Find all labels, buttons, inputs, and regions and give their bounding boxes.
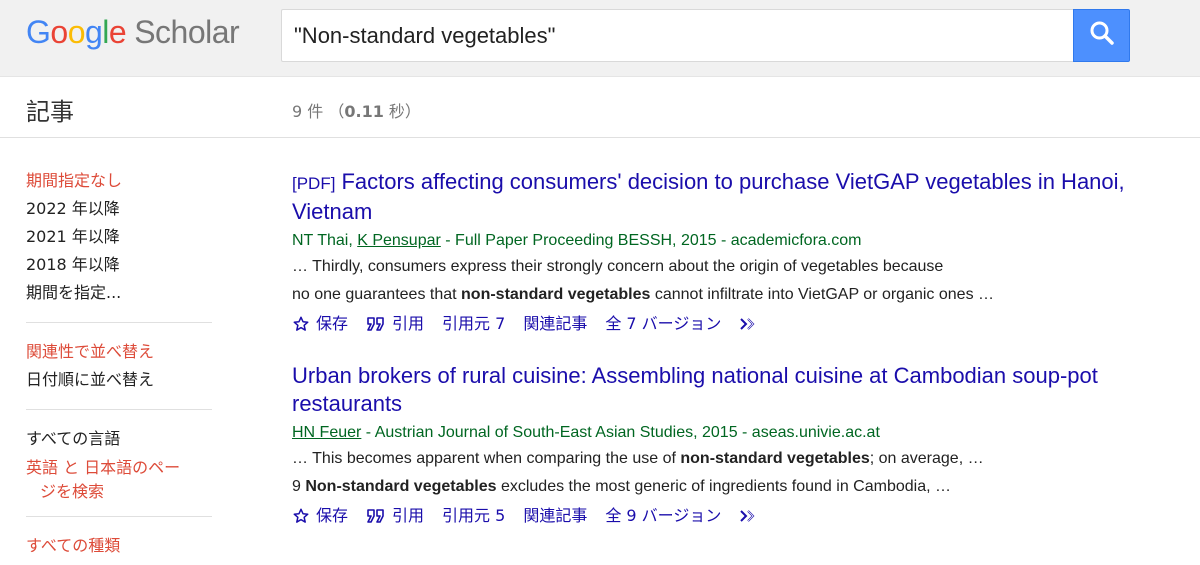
sidebar-item-any-type[interactable]: すべての種類 bbox=[26, 535, 212, 563]
sidebar-item-since-2018[interactable]: 2018 年以降 bbox=[26, 254, 212, 282]
result-count: 9 件 （0.11 秒） bbox=[292, 102, 421, 121]
top-bar: Google Scholar bbox=[0, 0, 1200, 77]
section-title: 記事 bbox=[26, 98, 74, 126]
star-icon bbox=[292, 507, 310, 525]
search-box[interactable] bbox=[281, 9, 1073, 62]
save-button[interactable]: 保存 bbox=[292, 312, 348, 336]
result-actions: 保存 引用 引用元 5 関連記事 全 9 バージョン bbox=[292, 504, 1162, 528]
sidebar-item-since-2021[interactable]: 2021 年以降 bbox=[26, 226, 212, 254]
more-button[interactable] bbox=[739, 316, 767, 332]
sidebar-item-sort-relevance[interactable]: 関連性で並べ替え bbox=[26, 341, 212, 369]
result-snippet: … Thirdly, consumers express their stron… bbox=[292, 258, 995, 303]
cited-by-link[interactable]: 引用元 5 bbox=[442, 504, 505, 528]
related-articles-link[interactable]: 関連記事 bbox=[523, 312, 587, 336]
cite-button[interactable]: 引用 bbox=[366, 312, 424, 336]
sidebar-item-custom-range[interactable]: 期間を指定... bbox=[26, 282, 212, 310]
more-button[interactable] bbox=[739, 508, 767, 524]
search-icon bbox=[1089, 20, 1115, 51]
result-title-link[interactable]: [PDF] Factors affecting consumers' decisi… bbox=[292, 168, 1162, 226]
double-chevron-icon bbox=[739, 316, 761, 332]
google-scholar-logo[interactable]: Google Scholar bbox=[26, 12, 240, 52]
sidebar: 期間指定なし 2022 年以降 2021 年以降 2018 年以降 期間を指定.… bbox=[26, 170, 212, 563]
star-icon bbox=[292, 315, 310, 333]
search-input[interactable] bbox=[282, 10, 1073, 61]
sidebar-item-sort-date[interactable]: 日付順に並べ替え bbox=[26, 369, 212, 397]
results-list: [PDF] Factors affecting consumers' decisi… bbox=[292, 168, 1162, 554]
quote-icon bbox=[366, 316, 386, 332]
sidebar-divider bbox=[26, 409, 212, 410]
save-button[interactable]: 保存 bbox=[292, 504, 348, 528]
sidebar-item-english-japanese[interactable]: 英語 と 日本語のペー ジを検索 bbox=[26, 456, 212, 504]
pdf-tag[interactable]: [PDF] bbox=[292, 174, 335, 193]
author-link[interactable]: HN Feuer bbox=[292, 424, 361, 441]
author-link[interactable]: K Pensupar bbox=[357, 232, 441, 249]
double-chevron-icon bbox=[739, 508, 761, 524]
result-item: [PDF] Factors affecting consumers' decisi… bbox=[292, 168, 1162, 336]
quote-icon bbox=[366, 508, 386, 524]
search-button[interactable] bbox=[1073, 9, 1130, 62]
result-title-link[interactable]: Urban brokers of rural cuisine: Assembli… bbox=[292, 362, 1162, 418]
sidebar-divider bbox=[26, 516, 212, 517]
result-actions: 保存 引用 引用元 7 関連記事 全 7 バージョン bbox=[292, 312, 1162, 336]
subheader: 記事 9 件 （0.11 秒） bbox=[0, 78, 1200, 138]
all-versions-link[interactable]: 全 7 バージョン bbox=[605, 312, 721, 336]
result-meta: HN Feuer - Austrian Journal of South-Eas… bbox=[292, 424, 880, 441]
sidebar-item-any-language[interactable]: すべての言語 bbox=[26, 428, 212, 456]
related-articles-link[interactable]: 関連記事 bbox=[523, 504, 587, 528]
all-versions-link[interactable]: 全 9 バージョン bbox=[605, 504, 721, 528]
cite-button[interactable]: 引用 bbox=[366, 504, 424, 528]
cited-by-link[interactable]: 引用元 7 bbox=[442, 312, 505, 336]
sidebar-item-since-2022[interactable]: 2022 年以降 bbox=[26, 198, 212, 226]
result-item: Urban brokers of rural cuisine: Assembli… bbox=[292, 362, 1162, 528]
result-snippet: … This becomes apparent when comparing t… bbox=[292, 450, 984, 495]
sidebar-divider bbox=[26, 322, 212, 323]
result-meta: NT Thai, K Pensupar - Full Paper Proceed… bbox=[292, 232, 862, 249]
sidebar-item-any-time[interactable]: 期間指定なし bbox=[26, 170, 212, 198]
